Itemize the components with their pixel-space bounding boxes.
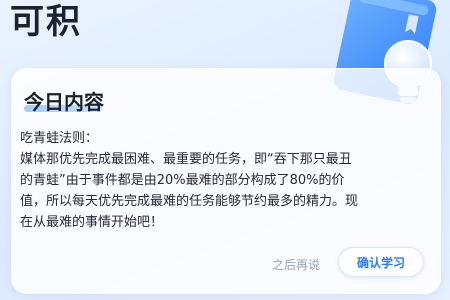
content-line: 值，所以每天优先完成最难的任务能够节约最多的精力。现: [20, 194, 359, 209]
content-line: 的青蛙”由于事件都是由20%最难的部分构成了80%的价: [20, 173, 345, 188]
study-popup: 可积 今日内容 吃青蛙法则： 媒体那优先完成最困难、最重要的任务，即“吞下那只最…: [0, 0, 450, 300]
content-line: 媒体那优先完成最困难、最重要的任务，即“吞下那只最丑: [20, 152, 352, 167]
header-title: 可积: [10, 2, 82, 42]
content-line: 在从最难的事情开始吧！: [20, 215, 164, 230]
later-button[interactable]: 之后再说: [272, 256, 320, 273]
confirm-study-button[interactable]: 确认学习: [338, 247, 424, 277]
card-title: 今日内容: [24, 90, 104, 114]
content-line: 吃青蛙法则：: [20, 131, 99, 146]
content-text: 吃青蛙法则： 媒体那优先完成最困难、最重要的任务，即“吞下那只最丑 的青蛙”由于…: [20, 128, 430, 233]
